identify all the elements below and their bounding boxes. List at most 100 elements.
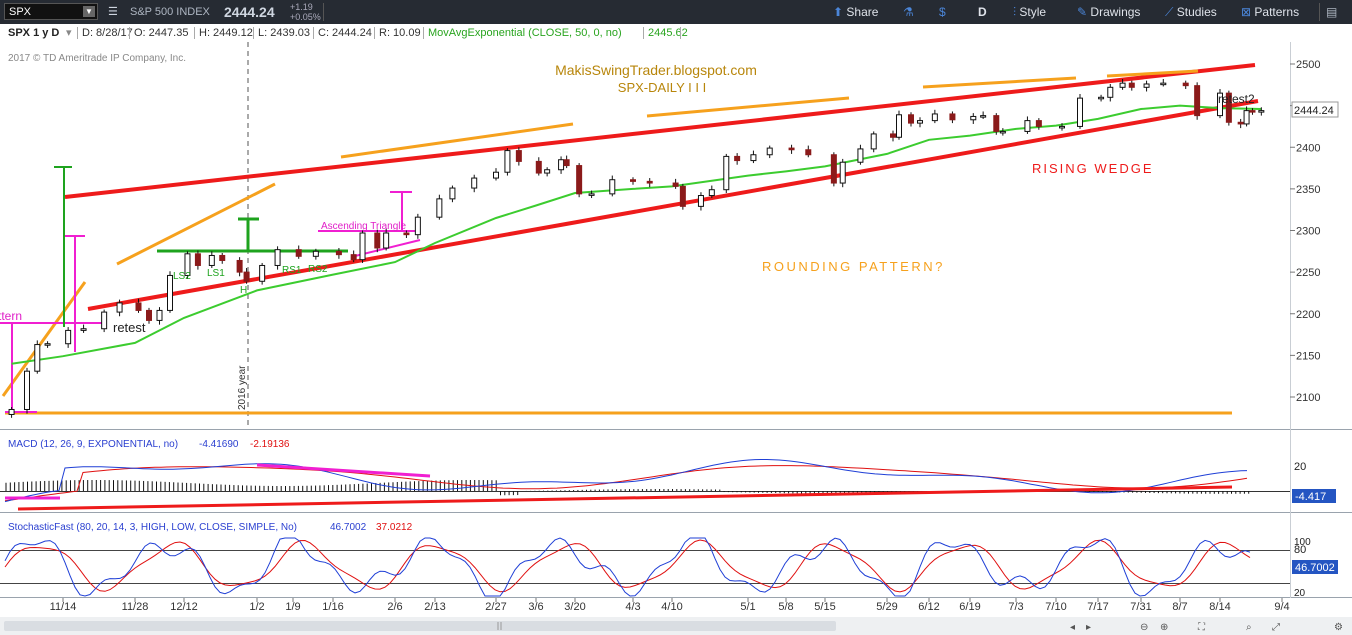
collapse-icon[interactable]: ⤡ — [1297, 42, 1308, 43]
candle — [274, 246, 281, 270]
macd-pane[interactable]: MACD (12, 26, 9, EXPONENTIAL, no) -4.416… — [0, 436, 1336, 511]
symbol-input[interactable]: SPX ▼ — [4, 3, 98, 20]
bar-high: H: 2449.12 — [199, 27, 253, 39]
candle — [646, 178, 653, 188]
candle — [857, 144, 864, 165]
last-price-tag-text: 2444.24 — [1294, 105, 1334, 117]
candle — [374, 229, 381, 253]
candle — [1143, 80, 1150, 92]
scroll-right-icon[interactable]: ▸ — [1086, 622, 1091, 633]
trendline-drawings[interactable] — [0, 63, 1259, 415]
x-tick-label: 1/2 — [249, 601, 264, 613]
expand-icon[interactable]: ⤢ — [1272, 622, 1280, 633]
zoom-out-icon[interactable]: ⊖ — [1140, 622, 1148, 633]
style-button[interactable]: ⫶ Style — [1013, 0, 1046, 24]
last-price: 2444.24 — [224, 4, 275, 20]
rs1-label: RS1 — [282, 265, 302, 276]
candle — [383, 228, 390, 251]
scroll-left-icon[interactable]: ◂ — [1070, 622, 1075, 633]
flask-icon[interactable]: ⚗ — [903, 0, 914, 24]
info-divider — [313, 27, 314, 39]
candle — [890, 130, 896, 142]
price-type-icon[interactable]: $ — [939, 0, 946, 24]
candle — [65, 327, 72, 348]
candle — [436, 194, 443, 220]
head-label: H — [240, 285, 247, 296]
stoch-label: StochasticFast (80, 20, 14, 3, HIGH, LOW… — [8, 522, 297, 533]
candle — [1098, 94, 1105, 102]
instrument-name: S&P 500 INDEX — [130, 6, 210, 18]
x-tick-label: 3/20 — [564, 601, 585, 613]
rs2-label: RS2 — [308, 264, 328, 275]
symbol-dropdown-icon[interactable]: ▼ — [83, 6, 95, 17]
ls1-label: LS1 — [207, 268, 225, 279]
candle — [679, 183, 686, 210]
info-divider — [374, 27, 375, 39]
stochastic-pane[interactable]: StochasticFast (80, 20, 14, 3, HIGH, LOW… — [0, 519, 1338, 599]
candle — [1077, 93, 1083, 129]
chevron-down-icon[interactable]: ▾ — [66, 24, 72, 42]
candle — [8, 406, 15, 418]
info-divider — [194, 27, 195, 39]
year-label: 2016 year — [237, 365, 248, 410]
x-tick-label: 2/27 — [485, 601, 506, 613]
candle — [219, 252, 226, 264]
candle — [194, 250, 201, 270]
x-tick-label: 5/29 — [876, 601, 897, 613]
study-label[interactable]: MovAvgExponential (CLOSE, 50, 0, no) — [428, 24, 622, 42]
x-tick-label: 7/17 — [1087, 601, 1108, 613]
candle — [24, 367, 30, 414]
studies-icon: ⟋ — [1165, 5, 1174, 19]
symbol-value: SPX — [9, 6, 32, 18]
stoch-signal-value: 37.0212 — [376, 522, 413, 533]
studies-button[interactable]: ⟋ Studies — [1165, 0, 1217, 24]
candle — [101, 309, 108, 333]
info-bar: SPX 1 y D ▾ D: 8/28/17 O: 2447.35 H: 244… — [0, 24, 1290, 42]
x-tick-label: 1/16 — [322, 601, 343, 613]
x-tick-label: 2/13 — [424, 601, 445, 613]
chart-canvas[interactable]: 2017 © TD Ameritrade IP Company, Inc. ⤡ … — [0, 42, 1352, 635]
patterns-button[interactable]: ⊠ Patterns — [1241, 0, 1299, 24]
candle — [535, 157, 542, 176]
ema-50-line — [11, 104, 1262, 365]
macd-divergence-line[interactable] — [256, 463, 431, 478]
candle — [931, 109, 938, 124]
chart-scrollbar[interactable]: ◂ ▸ ⊖ ⊕ ⛶ ⌕ ⤢ ⚙ — [0, 617, 1352, 635]
last-price-tag: 2444.24 — [1291, 101, 1339, 118]
more-menu-icon[interactable]: ▤ — [1326, 0, 1337, 24]
pattern-annotation: ttern — [0, 309, 22, 323]
ema-line — [11, 104, 1262, 365]
macd-last-tag: -4.417 — [1295, 491, 1326, 503]
info-divider — [253, 27, 254, 39]
candle — [359, 230, 366, 263]
scrollbar-thumb[interactable] — [4, 621, 836, 631]
info-divider — [129, 27, 130, 39]
info-divider — [423, 27, 424, 39]
drawings-button[interactable]: ✎ Drawings — [1077, 0, 1140, 24]
retest-annotation: retest — [113, 320, 146, 335]
y-tick-label: 2200 — [1296, 309, 1320, 321]
period-button[interactable]: D — [978, 0, 987, 24]
symbol-settings-icon[interactable]: ☰ — [108, 0, 118, 24]
zoom-in-icon[interactable]: ⊕ — [1160, 622, 1168, 633]
candle — [544, 167, 551, 177]
y-tick-label: 2150 — [1296, 350, 1320, 362]
candle — [949, 111, 956, 124]
bar-close: C: 2444.24 — [318, 27, 372, 39]
x-tick-label: 4/10 — [661, 601, 682, 613]
fit-icon[interactable]: ⛶ — [1197, 622, 1206, 633]
magnifier-icon[interactable]: ⌕ — [1246, 622, 1252, 633]
x-tick-label: 7/10 — [1045, 601, 1066, 613]
settings-gear-icon[interactable]: ⚙ — [1334, 622, 1343, 633]
study-value: 2445.62 — [648, 27, 688, 39]
rounding-annotation: ROUNDING PATTERN? — [762, 259, 945, 274]
orange-trendline[interactable] — [1, 281, 87, 397]
candle — [493, 168, 499, 181]
copyright-text: 2017 © TD Ameritrade IP Company, Inc. — [8, 53, 186, 64]
candle — [449, 185, 456, 203]
candle — [870, 131, 877, 153]
y-tick-label: 2350 — [1296, 184, 1320, 196]
change-abs: +1.19 — [290, 2, 313, 12]
candle — [414, 213, 421, 239]
share-button[interactable]: ⬆ Share — [833, 0, 878, 24]
